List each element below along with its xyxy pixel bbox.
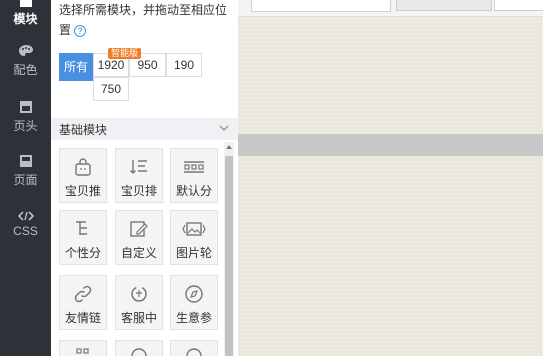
- module-tile[interactable]: 客服中: [115, 275, 163, 330]
- help-icon[interactable]: ?: [74, 24, 87, 37]
- module-tile[interactable]: 生意参: [170, 275, 218, 330]
- bag-icon: [75, 158, 91, 176]
- compass-icon: [185, 285, 203, 303]
- nav-item-header[interactable]: 页头: [0, 100, 51, 134]
- coupon-icon: [131, 348, 147, 356]
- nav-label: 模块: [13, 12, 38, 26]
- design-canvas[interactable]: [238, 18, 543, 356]
- scrollbar-thumb[interactable]: [225, 156, 233, 356]
- section-title: 基础模块: [59, 123, 108, 137]
- module-tile[interactable]: 默认分: [170, 148, 218, 203]
- module-label: 宝贝推: [64, 184, 101, 198]
- module-label: 友情链: [64, 311, 101, 325]
- module-icon: [19, 0, 32, 7]
- module-label: 生意参: [175, 311, 212, 325]
- layout-region-band[interactable]: [238, 134, 543, 156]
- chevron-down-icon[interactable]: [218, 122, 230, 134]
- toolbar-button[interactable]: [396, 0, 492, 11]
- nav-item-page[interactable]: 页面: [0, 154, 51, 188]
- filter-750[interactable]: 750: [93, 77, 129, 101]
- page-icon: [19, 155, 32, 167]
- tree-icon: [76, 221, 87, 235]
- scroll-up-arrow-icon[interactable]: [226, 145, 232, 149]
- nav-label: CSS: [13, 224, 38, 238]
- nav-label: 页面: [13, 173, 38, 187]
- headset-icon: [131, 286, 147, 302]
- module-tile[interactable]: 图片轮: [170, 210, 218, 265]
- panel-tip: 选择所需模块，并拖动至相应位置?: [59, 0, 237, 40]
- module-tile[interactable]: [59, 340, 107, 356]
- code-icon: [17, 211, 34, 221]
- page-header-icon: [19, 101, 32, 113]
- nav-label: 页头: [13, 119, 38, 133]
- image-carousel-icon: [182, 222, 206, 236]
- module-tile[interactable]: 宝贝推: [59, 148, 107, 203]
- module-label: 默认分: [175, 184, 212, 198]
- smart-edition-badge: 智能版: [108, 48, 142, 59]
- module-tile[interactable]: 个性分: [59, 210, 107, 265]
- nav-item-modules[interactable]: 模块: [0, 0, 51, 27]
- custom-edit-icon: [130, 221, 148, 237]
- module-label: 个性分: [64, 246, 101, 260]
- filter-all[interactable]: 所有: [59, 53, 93, 81]
- module-tile[interactable]: 友情链: [59, 275, 107, 330]
- section-header-basic[interactable]: 基础模块: [51, 118, 238, 140]
- module-label: 宝贝排: [120, 184, 157, 198]
- sort-list-icon: [130, 160, 147, 174]
- module-label: 客服中: [120, 311, 157, 325]
- nav-item-css[interactable]: CSS: [0, 211, 51, 238]
- module-tile[interactable]: [170, 340, 218, 356]
- filter-190[interactable]: 190: [166, 53, 202, 77]
- nav-item-colors[interactable]: 配色: [0, 44, 51, 78]
- nav-label: 配色: [13, 63, 38, 77]
- module-tile[interactable]: 自定义: [115, 210, 163, 265]
- category-icon: [184, 161, 204, 173]
- module-tile[interactable]: 宝贝排: [115, 148, 163, 203]
- search-icon: [186, 348, 202, 356]
- palette-icon: [18, 45, 33, 56]
- top-select[interactable]: [251, 0, 391, 12]
- module-tile[interactable]: [115, 340, 163, 356]
- module-label: 图片轮: [175, 246, 212, 260]
- grid-icon: [76, 348, 89, 354]
- toolbar-button[interactable]: [494, 0, 543, 11]
- left-nav: 模块 配色 页头 页面 CSS: [0, 0, 51, 356]
- module-label: 自定义: [120, 246, 157, 260]
- link-icon: [74, 285, 92, 303]
